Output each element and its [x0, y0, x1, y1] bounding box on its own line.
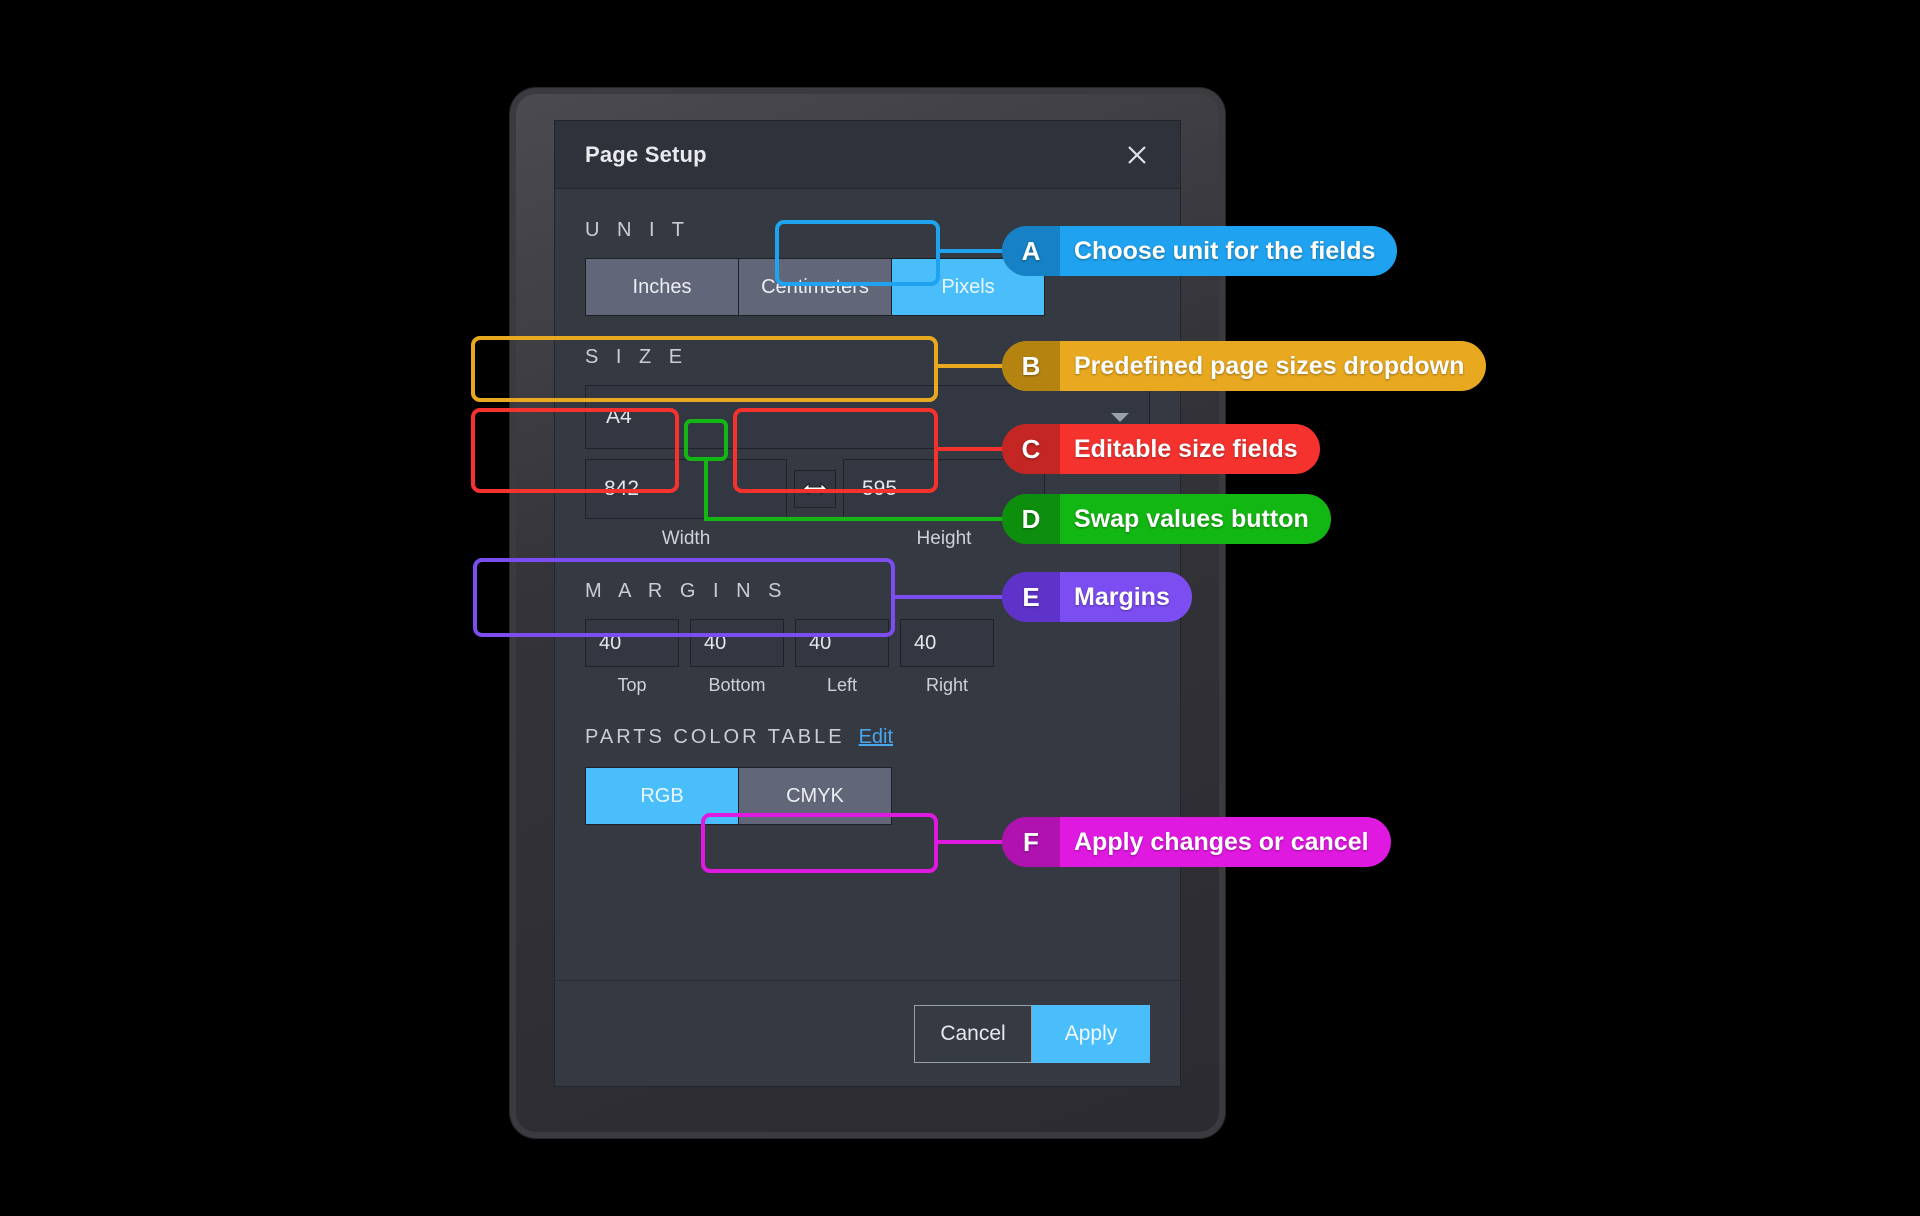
callout-c-text: Editable size fields [1074, 434, 1298, 463]
callout-b: B Predefined page sizes dropdown [1002, 341, 1487, 391]
margin-bottom-label: Bottom [708, 675, 766, 695]
swap-wrapper [787, 459, 843, 508]
callout-e-letter: E [1002, 572, 1060, 622]
margin-bottom-input[interactable]: 40 [690, 619, 784, 667]
margin-right-input[interactable]: 40 [900, 619, 994, 667]
connector-e [893, 595, 1006, 599]
swap-horizontal-icon[interactable] [794, 470, 836, 508]
margin-right-block: 40 Right [900, 619, 994, 696]
callout-b-letter: B [1002, 341, 1060, 391]
connector-b [936, 364, 1006, 368]
margin-top-block: 40 Top [585, 619, 679, 696]
parts-color-table-label: PARTS COLOR TABLE [585, 726, 845, 748]
dialog-footer: Cancel Apply [555, 980, 1180, 1086]
callout-e-text: Margins [1074, 582, 1170, 611]
cancel-button[interactable]: Cancel [914, 1004, 1032, 1063]
margin-left-block: 40 Left [795, 619, 889, 696]
screenshot-root: Page Setup U N I T Inches Centimeters Pi… [0, 0, 1920, 1216]
page-title: Page Setup [585, 141, 707, 167]
callout-f-text: Apply changes or cancel [1074, 827, 1369, 856]
margin-top-input[interactable]: 40 [585, 619, 679, 667]
dialog-titlebar: Page Setup [555, 121, 1180, 189]
callout-a-text: Choose unit for the fields [1074, 236, 1376, 265]
callout-a-letter: A [1002, 226, 1060, 276]
margin-bottom-block: 40 Bottom [690, 619, 784, 696]
close-icon[interactable] [1118, 136, 1156, 174]
width-field-block: 842 Width [585, 459, 787, 550]
parts-color-table-edit-link[interactable]: Edit [859, 726, 893, 749]
color-mode-cmyk[interactable]: CMYK [738, 767, 892, 825]
callout-d: D Swap values button [1002, 494, 1331, 544]
parts-color-table-header: PARTS COLOR TABLE Edit [585, 726, 1150, 749]
callout-d-text: Swap values button [1074, 504, 1309, 533]
callout-c: C Editable size fields [1002, 424, 1320, 474]
callout-c-letter: C [1002, 424, 1060, 474]
connector-c [936, 447, 1006, 451]
callout-e: E Margins [1002, 572, 1192, 622]
width-label: Width [661, 528, 711, 549]
margin-top-label: Top [617, 675, 647, 695]
apply-button[interactable]: Apply [1032, 1004, 1150, 1063]
callout-a: A Choose unit for the fields [1002, 226, 1398, 276]
callout-d-letter: D [1002, 494, 1060, 544]
connector-f [936, 840, 1006, 844]
connector-a [938, 249, 1006, 253]
margins-row: 40 Top 40 Bottom 40 Left 40 Right [585, 619, 1150, 696]
unit-option-centimeters[interactable]: Centimeters [738, 258, 892, 316]
margin-left-input[interactable]: 40 [795, 619, 889, 667]
callout-f: F Apply changes or cancel [1002, 817, 1391, 867]
connector-d-horizontal [704, 517, 1006, 521]
callout-b-text: Predefined page sizes dropdown [1074, 351, 1465, 380]
callout-f-letter: F [1002, 817, 1060, 867]
unit-option-inches[interactable]: Inches [585, 258, 739, 316]
width-input[interactable]: 842 [585, 459, 787, 519]
margin-left-label: Left [826, 675, 858, 695]
margin-right-label: Right [925, 675, 969, 695]
color-mode-rgb[interactable]: RGB [585, 767, 739, 825]
chevron-down-icon [1111, 412, 1129, 422]
connector-d-vertical [704, 459, 708, 520]
